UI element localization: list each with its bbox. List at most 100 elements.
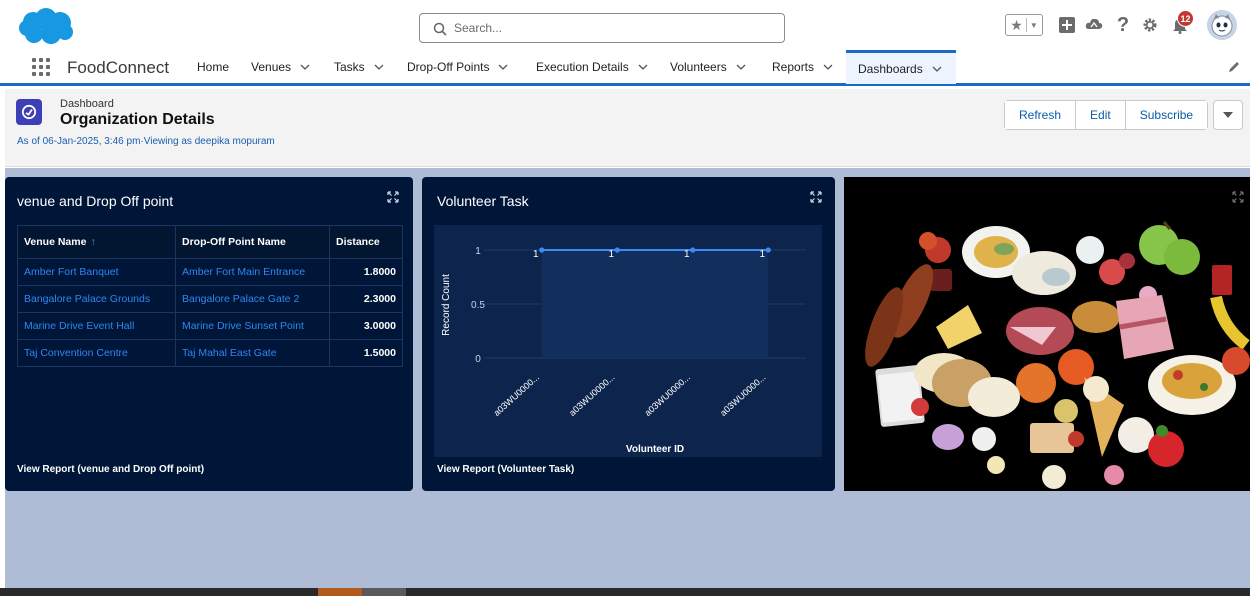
chevron-down-icon[interactable] — [932, 66, 942, 72]
nav-item-dashboards[interactable]: Dashboards — [846, 50, 956, 84]
plus-icon — [1059, 17, 1075, 33]
expand-icon[interactable] — [810, 191, 822, 203]
nav-item-execution-details[interactable]: Execution Details — [536, 50, 648, 84]
table-row: Bangalore Palace Grounds Bangalore Palac… — [17, 285, 403, 313]
distance-value: 2.3000 — [329, 285, 403, 313]
data-label: 1 — [533, 249, 539, 260]
chevron-down-icon[interactable] — [498, 64, 508, 70]
user-avatar[interactable] — [1207, 10, 1237, 40]
trailhead-button[interactable] — [1084, 14, 1104, 36]
y-axis-label: Record Count — [441, 274, 452, 336]
widget-title: venue and Drop Off point — [17, 193, 174, 209]
star-icon: ★ — [1010, 18, 1027, 32]
data-point — [539, 247, 545, 253]
expand-icon[interactable] — [1232, 191, 1244, 203]
food-image — [844, 177, 1250, 491]
search-icon — [433, 22, 447, 36]
dashboard-actions: Refresh Edit Subscribe — [1004, 100, 1209, 130]
x-tick-label: a03WU0000... — [718, 372, 767, 418]
dropoff-link[interactable]: Marine Drive Sunset Point — [175, 312, 330, 340]
refresh-button[interactable]: Refresh — [1005, 101, 1077, 129]
column-header-distance[interactable]: Distance — [329, 225, 403, 259]
dropoff-link[interactable]: Taj Mahal East Gate — [175, 339, 330, 367]
x-axis-label: Volunteer ID — [626, 444, 684, 455]
caret-down-icon — [1223, 112, 1233, 118]
search-input[interactable] — [454, 18, 774, 38]
data-point — [765, 247, 771, 253]
table-row: Taj Convention Centre Taj Mahal East Gat… — [17, 339, 403, 367]
taskbar-segment — [362, 588, 406, 596]
view-report-link[interactable]: View Report (Volunteer Task) — [437, 464, 574, 475]
distance-value: 3.0000 — [329, 312, 403, 340]
salesforce-logo[interactable] — [18, 8, 74, 46]
table-row: Marine Drive Event Hall Marine Drive Sun… — [17, 312, 403, 340]
dropoff-link[interactable]: Amber Fort Main Entrance — [175, 258, 330, 286]
gear-icon — [1143, 18, 1157, 32]
app-name: FoodConnect — [67, 58, 170, 77]
view-report-link[interactable]: View Report (venue and Drop Off point) — [17, 464, 204, 475]
chevron-down-icon[interactable] — [300, 64, 310, 70]
x-tick-label: a03WU0000... — [643, 372, 692, 418]
app-launcher-icon[interactable] — [32, 58, 50, 76]
expand-icon[interactable] — [387, 191, 399, 203]
nav-item-tasks[interactable]: Tasks — [334, 50, 384, 84]
favorites-button[interactable]: ★ ▼ — [1005, 14, 1043, 36]
chevron-down-icon[interactable] — [638, 64, 648, 70]
dropoff-link[interactable]: Bangalore Palace Gate 2 — [175, 285, 330, 313]
table-row: Amber Fort Banquet Amber Fort Main Entra… — [17, 258, 403, 286]
distance-value: 1.8000 — [329, 258, 403, 286]
venue-link[interactable]: Bangalore Palace Grounds — [17, 285, 176, 313]
chevron-down-icon[interactable] — [736, 64, 746, 70]
data-point — [614, 247, 620, 253]
app-navigation: FoodConnect Home Venues Tasks Drop-Off P… — [0, 50, 1250, 86]
x-tick-label: a03WU0000... — [567, 372, 616, 418]
astro-avatar-icon — [1207, 10, 1237, 40]
nav-item-venues[interactable]: Venues — [251, 50, 310, 84]
nav-item-label: Execution Details — [536, 60, 629, 74]
venue-link[interactable]: Amber Fort Banquet — [17, 258, 176, 286]
nav-item-label: Reports — [772, 60, 815, 74]
nav-item-drop-off-points[interactable]: Drop-Off Points — [407, 50, 508, 84]
widget-volunteer-task: Volunteer Task 0 0.5 1 1 a03WU0000... 1 a03WU0… — [422, 177, 835, 491]
venue-link[interactable]: Marine Drive Event Hall — [17, 312, 176, 340]
chevron-down-icon[interactable] — [374, 64, 384, 70]
data-label: 1 — [684, 249, 690, 260]
global-search[interactable] — [419, 13, 785, 43]
setup-button[interactable] — [1140, 14, 1160, 36]
chart-container: 0 0.5 1 1 a03WU0000... 1 a03WU0000... 1 a03WU000… — [434, 225, 822, 457]
page-title: Organization Details — [60, 111, 215, 128]
area-fill — [541, 250, 769, 358]
x-tick-label: a03WU0000... — [492, 372, 541, 418]
chevron-down-icon[interactable] — [823, 64, 833, 70]
widget-venue-dropoff: venue and Drop Off point Venue Name ↑ Dro… — [5, 177, 413, 491]
nav-item-label: Tasks — [334, 60, 365, 74]
column-header-venue-name[interactable]: Venue Name ↑ — [17, 225, 176, 259]
global-header: ★ ▼ ? 12 — [0, 0, 1250, 50]
report-table: Venue Name ↑ Drop-Off Point Name Distance… — [17, 225, 403, 367]
subscribe-button[interactable]: Subscribe — [1125, 101, 1208, 129]
y-tick-label: 1 — [475, 246, 481, 257]
column-header-drop-off-point[interactable]: Drop-Off Point Name — [175, 225, 330, 259]
nav-item-reports[interactable]: Reports — [772, 50, 833, 84]
sort-arrow-icon: ↑ — [90, 236, 96, 248]
data-label: 1 — [759, 249, 765, 260]
chevron-down-icon: ▼ — [1029, 20, 1038, 30]
nav-item-volunteers[interactable]: Volunteers — [670, 50, 746, 84]
global-actions-button[interactable] — [1058, 14, 1076, 36]
notification-badge: 12 — [1177, 10, 1194, 27]
y-tick-label: 0.5 — [471, 300, 485, 311]
distance-value: 1.5000 — [329, 339, 403, 367]
edit-nav-pencil-icon[interactable] — [1227, 60, 1241, 74]
edit-button[interactable]: Edit — [1076, 101, 1126, 129]
nav-item-home[interactable]: Home — [197, 50, 229, 84]
y-tick-label: 0 — [475, 354, 481, 365]
taskbar-strip — [0, 588, 1250, 596]
help-icon[interactable]: ? — [1114, 14, 1132, 36]
cloud-icon — [1085, 18, 1103, 29]
nav-item-label: Dashboards — [858, 61, 923, 76]
venue-link[interactable]: Taj Convention Centre — [17, 339, 176, 367]
nav-item-label: Drop-Off Points — [407, 60, 490, 74]
dashboard-header: Dashboard Organization Details As of 06-… — [5, 89, 1250, 167]
more-actions-button[interactable] — [1213, 100, 1243, 130]
data-label: 1 — [608, 249, 614, 260]
